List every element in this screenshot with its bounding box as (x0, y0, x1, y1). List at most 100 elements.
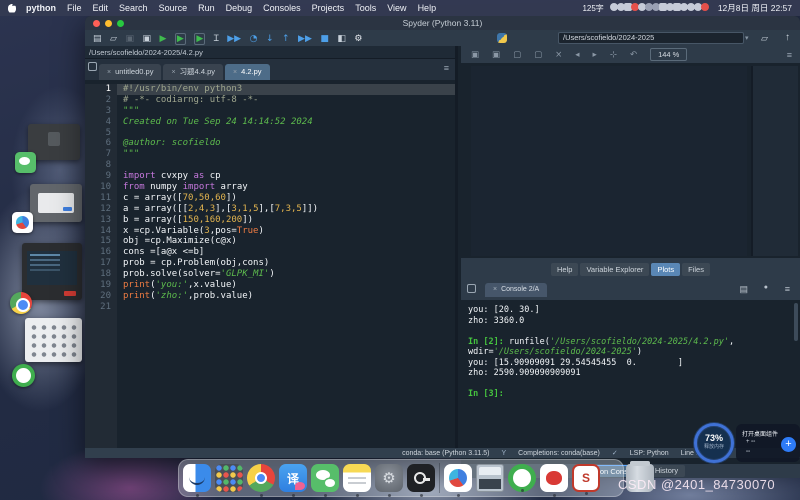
pane-tab-files[interactable]: Files (682, 263, 710, 276)
dock-app-s-icon[interactable]: S (572, 464, 600, 492)
dock-window-preview-icon[interactable] (476, 464, 504, 492)
console-options-menu-icon[interactable]: ≡ (785, 284, 790, 294)
save-all-plots-icon[interactable]: ▣ (492, 50, 500, 60)
apple-menu-icon[interactable] (8, 4, 16, 13)
stop-icon[interactable]: ■ (320, 34, 329, 44)
code-line[interactable]: prob = cp.Problem(obj,cons) (117, 258, 455, 269)
editor-tab-习题4.4.py[interactable]: ×习题4.4.py (163, 64, 223, 80)
save-icon[interactable]: ▣ (125, 34, 134, 44)
add-widget-button[interactable]: + (781, 437, 796, 452)
browse-directory-icon[interactable]: ▱ (761, 33, 768, 44)
code-line[interactable] (117, 302, 455, 313)
dock-launchpad-icon[interactable] (215, 464, 243, 492)
menu-item-python[interactable]: python (26, 3, 56, 13)
debug-file-icon[interactable]: ▶▶ (227, 34, 241, 44)
dock-finder-icon[interactable] (183, 464, 211, 492)
menu-item-file[interactable]: File (67, 3, 82, 13)
code-line[interactable]: print('zho:',prob.value) (117, 291, 455, 302)
dock-settings-icon[interactable]: ⚙ (375, 464, 403, 492)
code-line[interactable]: prob.solve(solver='GLPK_MI') (117, 269, 455, 280)
code-line[interactable]: from numpy import array (117, 182, 455, 193)
menu-item-edit[interactable]: Edit (93, 3, 109, 13)
code-line[interactable]: print('you:',x.value) (117, 280, 455, 291)
memory-percent-badge[interactable]: 73% 释放内存 (694, 423, 734, 463)
dock-app-green-icon[interactable] (508, 464, 536, 492)
code-line[interactable]: cons =[a@x <=b] (117, 247, 455, 258)
code-line[interactable]: @author: scofieldo (117, 138, 455, 149)
code-line[interactable] (117, 160, 455, 171)
close-tab-icon[interactable]: × (107, 69, 111, 76)
chevron-down-icon[interactable]: ▾ (745, 34, 749, 42)
pane-tab-plots[interactable]: Plots (651, 263, 680, 276)
code-line[interactable]: x =cp.Variable(3,pos=True) (117, 226, 455, 237)
pane-tab-help[interactable]: Help (551, 263, 578, 276)
run-cell-advance-icon[interactable]: ▶ (194, 33, 205, 45)
dock-wechat-icon[interactable] (311, 464, 339, 492)
remove-plot-icon[interactable]: ▢ (534, 50, 542, 60)
menu-item-source[interactable]: Source (159, 3, 188, 13)
dock-app-apple-icon[interactable] (540, 464, 568, 492)
console-scrollbar[interactable] (794, 303, 798, 341)
browse-tabs-icon[interactable] (88, 62, 97, 71)
code-line[interactable]: # -*- codiarng: utf-8 -*- (117, 95, 455, 106)
new-console-icon[interactable]: ▤ (739, 284, 748, 295)
menu-item-search[interactable]: Search (119, 3, 148, 13)
next-plot-icon[interactable]: ▸ (593, 50, 597, 60)
minimized-window-grid[interactable] (25, 318, 82, 362)
completions-status[interactable]: Completions: conda(base) (518, 450, 600, 457)
menubar-clock[interactable]: 12月8日 周日 22:57 (718, 2, 792, 14)
debug-cell-icon[interactable]: ◔ (250, 34, 258, 44)
pane-tab-variable-explorer[interactable]: Variable Explorer (580, 263, 649, 276)
menu-item-view[interactable]: View (387, 3, 406, 13)
run-cell-icon[interactable]: ▶ (175, 33, 186, 45)
console-tab[interactable]: ×Console 2/A (485, 283, 547, 297)
close-console-icon[interactable]: × (493, 286, 497, 293)
working-directory-combobox[interactable]: /Users/scofieldo/2024-2025 (558, 32, 744, 44)
code-line[interactable]: obj =cp.Maximize(c@x) (117, 236, 455, 247)
window-titlebar[interactable]: Spyder (Python 3.11) (85, 16, 800, 30)
continue-icon[interactable]: ▶▶ (298, 34, 312, 44)
menu-item-debug[interactable]: Debug (226, 3, 253, 13)
save-all-icon[interactable]: ▣ (142, 34, 151, 44)
copy-plot-icon[interactable]: ▢ (513, 50, 521, 60)
widget-row-2[interactable]: ▫▫ (746, 449, 750, 455)
dock-chrome-icon[interactable] (247, 464, 275, 492)
code-line[interactable]: import cvxpy as cp (117, 171, 455, 182)
code-line[interactable] (117, 128, 455, 139)
browse-console-tabs-icon[interactable] (467, 284, 476, 293)
step-return-icon[interactable]: ↑ (282, 34, 290, 44)
menu-item-projects[interactable]: Projects (312, 3, 345, 13)
preferences-wrench-icon[interactable]: ⚙ (354, 34, 362, 44)
dock-notes-icon[interactable] (343, 464, 371, 492)
plots-thumbnail-strip[interactable] (751, 66, 798, 256)
dock-passwords-icon[interactable] (407, 464, 435, 492)
open-file-icon[interactable]: ▱ (110, 34, 117, 44)
dock-translate-icon[interactable]: 译 (279, 464, 307, 492)
zoom-out-icon[interactable]: ↶ (630, 50, 637, 60)
code-line[interactable]: c = array([70,50,60]) (117, 193, 455, 204)
menu-item-tools[interactable]: Tools (355, 3, 376, 13)
run-selection-icon[interactable]: Ɪ (214, 34, 219, 44)
recording-dot-icon[interactable] (701, 3, 709, 11)
dock-netdisk-icon[interactable] (444, 464, 472, 492)
parent-directory-icon[interactable]: ↑ (785, 32, 790, 43)
code-editor[interactable]: 123456789101112131415161718192021 #!/usr… (85, 80, 455, 448)
close-tab-icon[interactable]: × (233, 69, 237, 76)
code-line[interactable]: """ (117, 106, 455, 117)
conda-env-status[interactable]: conda: base (Python 3.11.5) (402, 450, 489, 457)
code-line[interactable]: b = array([150,160,200]) (117, 215, 455, 226)
editor-tab-untitled0.py[interactable]: ×untitled0.py (99, 64, 161, 80)
menu-item-consoles[interactable]: Consoles (263, 3, 301, 13)
close-tab-icon[interactable]: × (171, 69, 175, 76)
minimized-window-code[interactable] (22, 243, 82, 300)
menu-item-run[interactable]: Run (198, 3, 215, 13)
save-plot-icon[interactable]: ▣ (471, 50, 479, 60)
step-over-icon[interactable]: ↓ (266, 34, 274, 44)
tab-options-menu-icon[interactable]: ≡ (444, 63, 449, 73)
editor-tab-4.2.py[interactable]: ×4.2.py (225, 64, 270, 80)
plots-options-menu-icon[interactable]: ≡ (787, 50, 792, 60)
run-icon[interactable]: ▶ (159, 34, 166, 44)
new-file-icon[interactable]: ▤ (93, 34, 102, 44)
layout-icon[interactable]: ◧ (337, 34, 346, 44)
code-line[interactable]: a = array([[2,4,3],[3,1,5],[7,3,5]]) (117, 204, 455, 215)
